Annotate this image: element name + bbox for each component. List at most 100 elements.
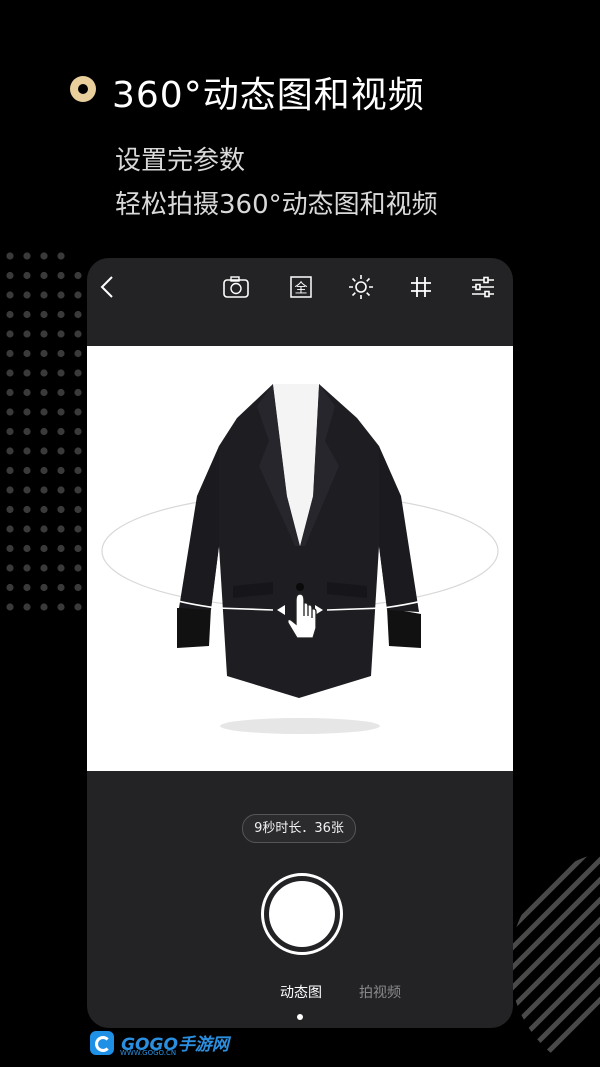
pattern-dot [6,505,14,514]
pattern-dot [40,505,48,514]
pattern-dot [23,388,31,397]
blazer-photo [101,384,499,734]
pattern-dot [40,271,48,280]
mode-tab-video[interactable]: 拍视频 [359,982,401,1002]
pattern-dot [23,408,31,416]
pattern-dot [74,564,82,572]
pattern-dot [23,447,31,455]
mode-tab-gif[interactable]: 动态图 [280,982,322,1002]
pattern-dot [74,583,82,592]
pattern-dot [40,583,48,592]
shutter-button[interactable] [261,873,343,955]
pattern-dot [57,603,65,611]
pattern-dot [40,369,48,377]
full-label: 全 [294,281,307,297]
grid-icon[interactable] [406,272,436,302]
dot-pattern [6,252,82,611]
hero-subtitle-1: 设置完参数 [115,146,246,176]
pattern-dot [57,388,65,397]
pattern-dot [57,447,65,455]
watermark-url: WWW.GOGO.CN [120,1049,177,1057]
pattern-dot [57,564,65,572]
pattern-dot [74,447,82,455]
pattern-dot [74,388,82,397]
mode-indicator-dot [297,1014,303,1020]
pattern-dot [57,505,65,514]
pattern-dot [40,388,48,397]
pattern-dot [6,544,14,553]
gogo-logo-icon [90,1030,114,1055]
pattern-dot [57,291,65,299]
pattern-dot [40,486,48,494]
sliders-icon[interactable] [468,272,498,302]
duration-badge: 9秒时长．36张 [242,814,356,843]
pattern-dot [6,388,14,397]
pattern-dot [57,310,65,319]
pattern-dot [6,486,14,494]
pattern-dot [57,525,65,533]
brightness-icon[interactable] [346,272,376,302]
pattern-dot [23,330,31,338]
pattern-dot [6,603,14,611]
pattern-dot [6,525,14,533]
back-icon[interactable] [93,272,123,302]
pattern-dot [23,271,31,280]
pattern-dot [40,466,48,475]
pattern-dot [23,486,31,494]
pattern-dot [6,252,14,260]
pattern-dot [57,486,65,494]
pattern-dot [40,525,48,533]
pattern-dot [57,408,65,416]
pattern-dot [6,408,14,416]
pattern-dot [74,310,82,319]
pattern-dot [57,466,65,475]
pattern-dot [74,427,82,436]
stripe-pattern [510,850,600,1067]
pattern-dot [57,427,65,436]
pattern-dot [40,349,48,358]
pattern-dot [40,544,48,553]
pattern-dot [74,486,82,494]
hero-title: 360°动态图和视频 [112,75,425,116]
pattern-dot [57,349,65,358]
pattern-dot [57,271,65,280]
pattern-dot [23,427,31,436]
pattern-dot [6,369,14,377]
pattern-dot [6,447,14,455]
camera-rotate-icon[interactable] [221,272,251,302]
pattern-dot [74,330,82,338]
pattern-dot [40,564,48,572]
pattern-dot [57,252,65,260]
pattern-dot [74,603,82,611]
camera-toolbar: 全 [87,258,513,318]
pattern-dot [40,447,48,455]
pattern-dot [40,427,48,436]
pattern-dot [6,349,14,358]
pattern-dot [23,583,31,592]
pattern-dot [23,310,31,319]
camera-viewport[interactable] [87,346,513,771]
pattern-dot [74,291,82,299]
pattern-dot [74,544,82,553]
pattern-dot [40,291,48,299]
pattern-dot [23,544,31,553]
pattern-dot [74,408,82,416]
watermark-logo: GOGO手游网 WWW.GOGO.CN [90,1030,229,1057]
pattern-dot [23,603,31,611]
pattern-dot [74,505,82,514]
pattern-dot [23,252,31,260]
hero-bullet-icon [70,76,96,102]
pattern-dot [23,564,31,572]
pattern-dot [40,330,48,338]
hero-subtitle-2: 轻松拍摄360°动态图和视频 [115,190,438,220]
pattern-dot [74,349,82,358]
pattern-dot [6,291,14,299]
full-icon[interactable]: 全 [286,272,316,302]
pattern-dot [6,310,14,319]
pattern-dot [57,583,65,592]
pattern-dot [6,330,14,338]
pattern-dot [57,369,65,377]
phone-screen: 全 9秒时长．36张 动态图 拍视频 [87,258,513,1028]
pattern-dot [6,466,14,475]
pattern-dot [23,369,31,377]
